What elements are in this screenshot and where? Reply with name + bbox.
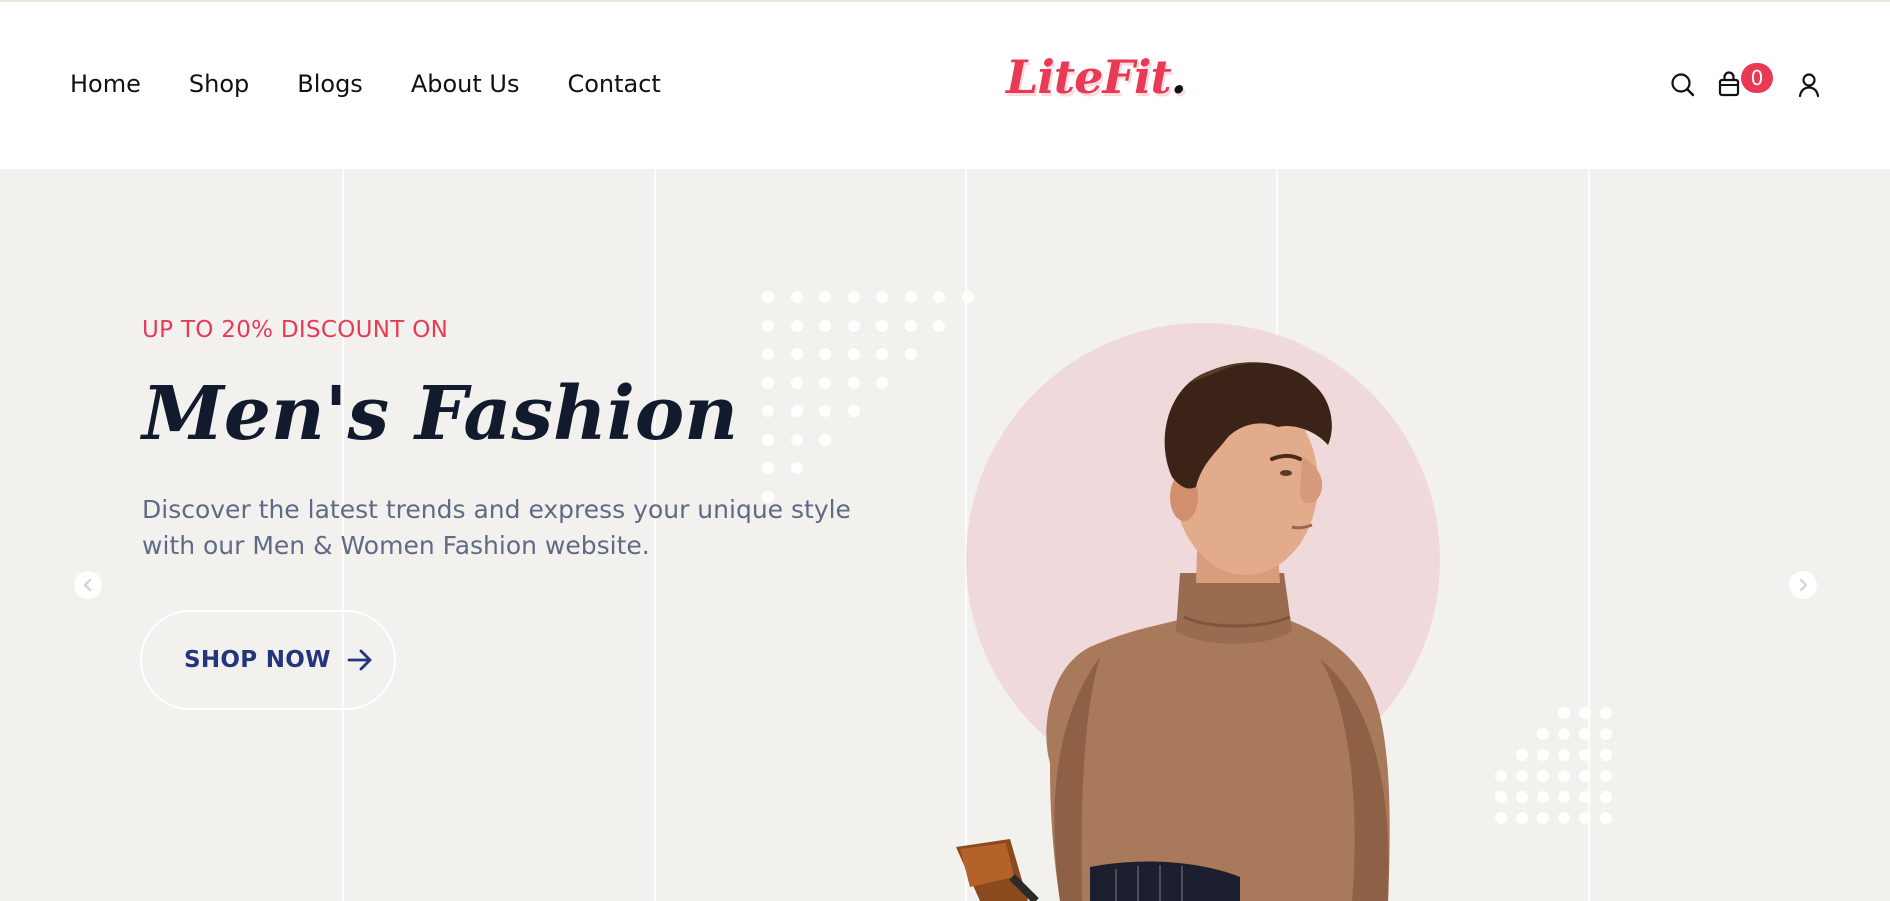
pattern-dot [1537,749,1549,761]
hero-eyebrow: UP TO 20% DISCOUNT ON [142,317,449,343]
pattern-dot [1516,812,1528,824]
pattern-dot [1558,728,1570,740]
pattern-dot [1579,707,1591,719]
pattern-dot [1537,728,1549,740]
nav-contact[interactable]: Contact [567,68,660,100]
pattern-dot [1579,770,1591,782]
pattern-dot [1579,812,1591,824]
pattern-dot [819,319,831,332]
pattern-dot [762,462,774,474]
pattern-dot [847,319,860,332]
model-image [956,362,1390,901]
pattern-dot [1600,749,1612,761]
pattern-dot [1516,749,1528,761]
pattern-dot [790,291,803,303]
pattern-dot [1558,812,1570,824]
pattern-dot [1600,812,1612,824]
pattern-dot [876,319,888,332]
main-nav: Home Shop Blogs About Us Contact [70,68,709,100]
pattern-dot [1579,728,1591,740]
pattern-dot [762,348,774,360]
pattern-dot [904,319,917,332]
pattern-dot [790,433,803,446]
site-header: Home Shop Blogs About Us Contact LiteFit… [0,2,1890,169]
hero-banner: UP TO 20% DISCOUNT ON Men's Fashion Disc… [0,169,1890,901]
nav-home[interactable]: Home [70,68,141,100]
pattern-dot [847,348,860,360]
pattern-dot [1558,770,1570,782]
pattern-dot [1558,749,1570,761]
pattern-dot [790,319,803,332]
pattern-dot [1537,812,1549,824]
arrow-right-icon [347,649,372,671]
pattern-dot [847,376,860,389]
nav-shop[interactable]: Shop [189,68,249,100]
pattern-dot [1600,791,1612,803]
pattern-dot [1579,749,1591,761]
pattern-dot [1495,812,1507,824]
site-logo[interactable]: LiteFit. [1006,50,1187,122]
nav-blogs[interactable]: Blogs [297,68,363,100]
hero-title: Men's Fashion [142,371,739,457]
logo-text: LiteFit [1006,50,1172,104]
pattern-dot [790,462,803,474]
pattern-dot [819,405,831,417]
pattern-dot [819,433,831,446]
pattern-dot [1495,791,1507,803]
search-icon[interactable] [1668,70,1698,100]
cart-count-badge: 0 [1741,63,1773,93]
pattern-dot [819,376,831,389]
pattern-dot [847,291,860,303]
slider-prev-button[interactable] [74,571,102,599]
pattern-dot [876,291,888,303]
pattern-dot [904,348,917,360]
logo-dot: . [1170,50,1187,104]
pattern-dot [762,405,774,417]
pattern-dot [904,291,917,303]
pattern-dot [819,291,831,303]
pattern-dot [1537,791,1549,803]
slider-next-button[interactable] [1789,571,1817,599]
pattern-dot [876,376,888,389]
pattern-dot [1558,707,1570,719]
hero-description-line: Discover the latest trends and express y… [142,495,851,524]
pattern-dot [847,405,860,417]
pattern-dot [876,348,888,360]
hero-description: Discover the latest trends and express y… [142,492,862,564]
pattern-dot [1579,791,1591,803]
hero-description-line: with our Men & Women Fashion website. [142,531,650,560]
pattern-dot [762,433,774,446]
pattern-dot [790,376,803,389]
nav-about-us[interactable]: About Us [411,68,520,100]
pattern-dot [1558,791,1570,803]
shop-now-button[interactable]: SHOP NOW [140,610,396,710]
shop-now-label: SHOP NOW [184,647,331,673]
pattern-dot [819,348,831,360]
pattern-dot [1600,707,1612,719]
pattern-dot [790,348,803,360]
user-icon[interactable] [1794,70,1824,100]
pattern-dot [1516,770,1528,782]
pattern-dot [1516,791,1528,803]
pattern-dot [762,291,774,303]
pattern-dot [790,405,803,417]
pattern-dot [762,376,774,389]
chevron-left-icon [83,578,92,592]
pattern-dot [1537,770,1549,782]
pattern-dot [1495,770,1507,782]
pattern-dot [1600,728,1612,740]
pattern-dot [762,319,774,332]
chevron-right-icon [1799,578,1808,592]
pattern-dot [1600,770,1612,782]
